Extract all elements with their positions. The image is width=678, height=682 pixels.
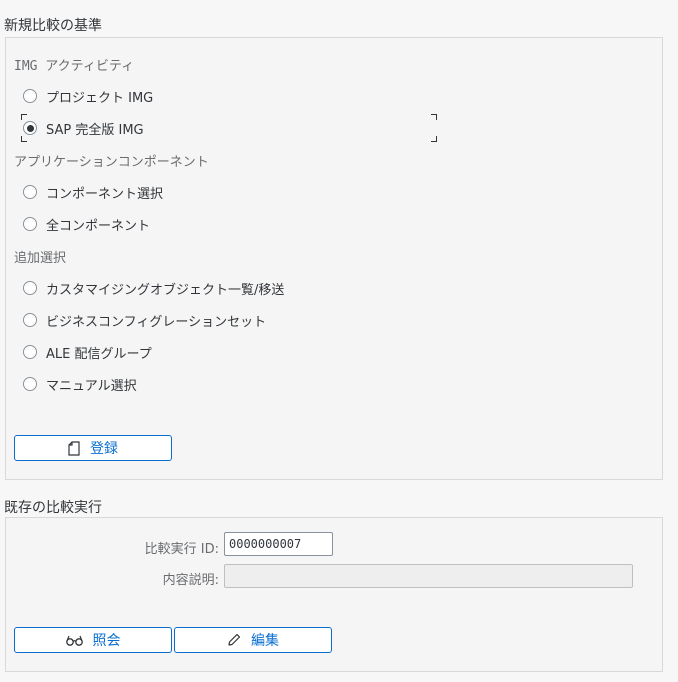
application-component-group-label: アプリケーションコンポーネント <box>14 155 209 170</box>
run-id-input[interactable]: 0000000007 <box>224 532 333 556</box>
display-button-label: 照会 <box>92 633 121 649</box>
new-comparison-panel: IMG アクティビティ プロジェクト IMG SAP 完全版 IMG アプリケー… <box>5 37 663 480</box>
display-button[interactable]: 照会 <box>14 627 172 653</box>
radio-sap-full-img[interactable]: SAP 完全版 IMG <box>23 117 144 139</box>
radio-label: マニュアル選択 <box>46 378 137 394</box>
radio-circle[interactable] <box>23 345 37 359</box>
radio-circle[interactable] <box>23 217 37 231</box>
radio-circle[interactable] <box>23 185 37 199</box>
existing-runs-panel: 比較実行 ID: 0000000007 内容説明: 照会 編集 <box>5 517 663 672</box>
radio-circle-selected[interactable] <box>23 121 37 135</box>
radio-label: 全コンポーネント <box>46 218 151 234</box>
register-button-label: 登録 <box>90 441 118 457</box>
glasses-icon <box>65 635 83 646</box>
radio-circle[interactable] <box>23 281 37 295</box>
new-comparison-title: 新規比較の基準 <box>4 18 102 34</box>
radio-label: コンポーネント選択 <box>46 186 164 202</box>
document-icon <box>68 440 80 456</box>
run-id-label: 比較実行 ID: <box>144 542 219 557</box>
radio-label: ALE 配信グループ <box>46 346 152 362</box>
radio-label: プロジェクト IMG <box>46 90 154 106</box>
pencil-icon <box>228 633 241 646</box>
edit-button[interactable]: 編集 <box>174 627 332 653</box>
radio-business-configuration-set[interactable]: ビジネスコンフィグレーションセット <box>23 309 266 331</box>
radio-label: SAP 完全版 IMG <box>46 122 144 138</box>
radio-manual-selection[interactable]: マニュアル選択 <box>23 373 137 395</box>
radio-component-selection[interactable]: コンポーネント選択 <box>23 181 163 203</box>
img-activity-group-label: IMG アクティビティ <box>14 59 135 74</box>
radio-circle[interactable] <box>23 377 37 391</box>
description-label: 内容説明: <box>162 573 219 588</box>
existing-runs-title: 既存の比較実行 <box>4 500 102 516</box>
radio-circle[interactable] <box>23 89 37 103</box>
radio-circle[interactable] <box>23 313 37 327</box>
radio-label: カスタマイジングオブジェクト一覧/移送 <box>46 282 285 298</box>
register-button[interactable]: 登録 <box>14 435 172 461</box>
radio-project-img[interactable]: プロジェクト IMG <box>23 85 153 107</box>
additional-selection-group-label: 追加選択 <box>14 251 67 266</box>
radio-all-components[interactable]: 全コンポーネント <box>23 213 150 235</box>
radio-ale-distribution-group[interactable]: ALE 配信グループ <box>23 341 152 363</box>
description-input[interactable] <box>224 564 633 588</box>
edit-button-label: 編集 <box>251 633 279 649</box>
radio-label: ビジネスコンフィグレーションセット <box>46 314 267 330</box>
radio-customizing-object-list[interactable]: カスタマイジングオブジェクト一覧/移送 <box>23 277 284 299</box>
